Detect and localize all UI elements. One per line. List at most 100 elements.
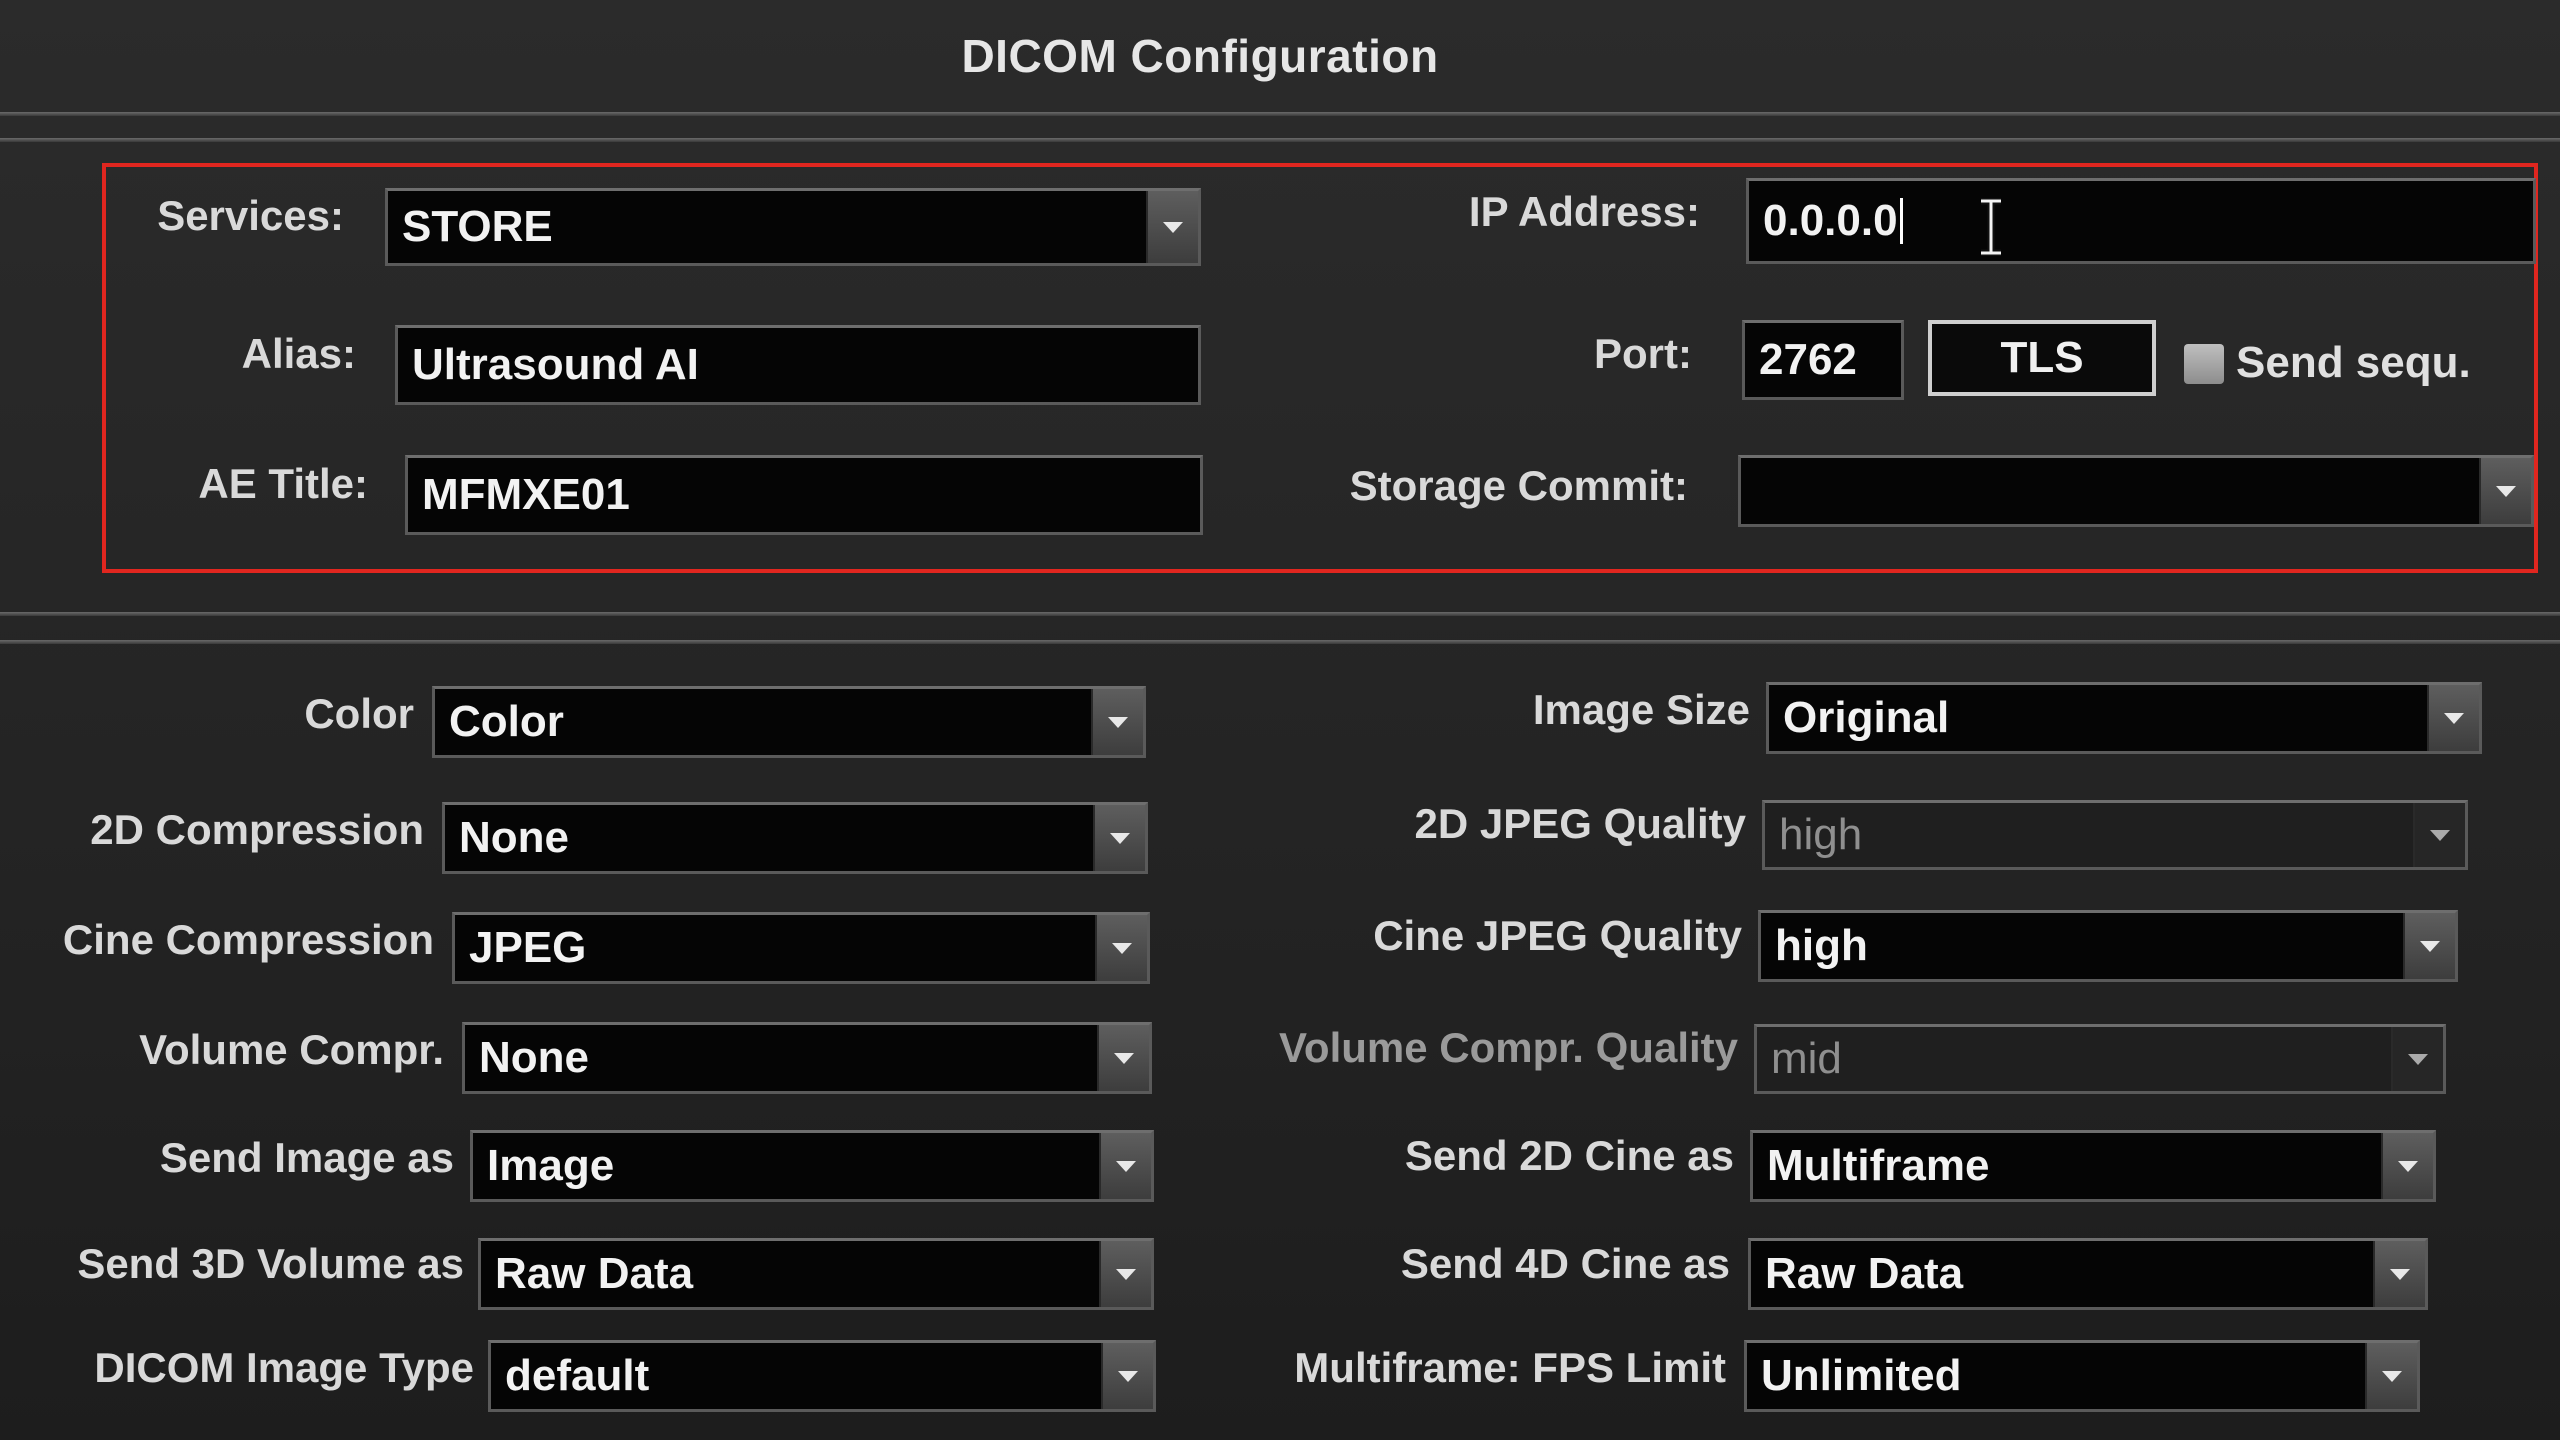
ip-address-value: 0.0.0.0 [1763,196,1898,245]
storage-commit-dropdown-button[interactable] [2479,458,2531,524]
2d-compression-value: None [459,813,569,862]
image-size-label: Image Size [1532,686,1750,733]
chevron-down-icon [2390,1268,2410,1280]
chevron-down-icon [2398,1160,2418,1172]
2d-jpeg-quality-select: high [1762,800,2468,870]
dicom-configuration-screen: DICOM Configuration Services: STORE Alia… [0,0,2560,1440]
send-2d-cine-as-label: Send 2D Cine as [1404,1132,1734,1179]
color-dropdown-button[interactable] [1091,689,1143,755]
chevron-down-icon [2430,829,2450,841]
section-divider-lower [0,640,2560,644]
services-dropdown-button[interactable] [1146,191,1198,263]
chevron-down-icon [1114,1052,1134,1064]
cine-compression-label: Cine Compression [62,916,434,963]
color-value: Color [449,697,564,746]
ae-title-label: AE Title: [198,460,368,507]
cine-compression-select[interactable]: JPEG [452,912,1150,984]
chevron-down-icon [1116,1160,1136,1172]
chevron-down-icon [2420,940,2440,952]
volume-compr-quality-value: mid [1771,1034,1842,1083]
color-label: Color [304,690,414,737]
cine-compression-dropdown-button[interactable] [1095,915,1147,981]
chevron-down-icon [1118,1370,1138,1382]
services-select[interactable]: STORE [385,188,1201,266]
section-divider [0,612,2560,616]
dicom-image-type-label: DICOM Image Type [94,1344,474,1391]
multiframe-fps-limit-dropdown-button[interactable] [2365,1343,2417,1409]
port-value: 2762 [1759,335,1857,384]
chevron-down-icon [1108,716,1128,728]
cine-jpeg-quality-value: high [1775,921,1868,970]
image-size-dropdown-button[interactable] [2427,685,2479,751]
2d-jpeg-quality-value: high [1779,810,1863,859]
volume-compr-label: Volume Compr. [139,1026,444,1073]
volume-compr-quality-label: Volume Compr. Quality [1279,1024,1738,1071]
send-image-as-dropdown-button[interactable] [1099,1133,1151,1199]
2d-compression-select[interactable]: None [442,802,1148,874]
multiframe-fps-limit-select[interactable]: Unlimited [1744,1340,2420,1412]
cine-compression-value: JPEG [469,923,587,972]
multiframe-fps-limit-label: Multiframe: FPS Limit [1294,1344,1726,1391]
storage-commit-label: Storage Commit: [1349,462,1688,509]
ip-address-label: IP Address: [1468,188,1700,235]
image-size-value: Original [1783,693,1950,742]
send-3d-volume-as-dropdown-button[interactable] [1099,1241,1151,1307]
alias-input[interactable]: Ultrasound AI [395,325,1201,405]
storage-commit-select[interactable] [1738,455,2534,527]
chevron-down-icon [2408,1053,2428,1065]
alias-value: Ultrasound AI [412,340,699,389]
cine-jpeg-quality-label: Cine JPEG Quality [1373,912,1742,959]
volume-compr-dropdown-button[interactable] [1097,1025,1149,1091]
send-2d-cine-as-select[interactable]: Multiframe [1750,1130,2436,1202]
send-2d-cine-as-dropdown-button[interactable] [2381,1133,2433,1199]
send-2d-cine-as-value: Multiframe [1767,1141,1990,1190]
send-4d-cine-as-value: Raw Data [1765,1249,1964,1298]
services-value: STORE [402,202,553,251]
send-3d-volume-as-label: Send 3D Volume as [77,1240,464,1287]
top-divider [0,138,2560,142]
color-select[interactable]: Color [432,686,1146,758]
multiframe-fps-limit-value: Unlimited [1761,1351,1962,1400]
ae-title-input[interactable]: MFMXE01 [405,455,1203,535]
volume-compr-quality-dropdown-button [2391,1027,2443,1091]
ae-title-value: MFMXE01 [422,470,630,519]
chevron-down-icon [2382,1370,2402,1382]
dicom-image-type-select[interactable]: default [488,1340,1156,1412]
chevron-down-icon [1110,832,1130,844]
volume-compr-quality-select: mid [1754,1024,2446,1094]
send-4d-cine-as-label: Send 4D Cine as [1400,1240,1730,1287]
send-3d-volume-as-value: Raw Data [495,1249,694,1298]
send-4d-cine-as-dropdown-button[interactable] [2373,1241,2425,1307]
send-3d-volume-as-select[interactable]: Raw Data [478,1238,1154,1310]
tls-button[interactable]: TLS [1928,320,2156,396]
send-sequ-label: Send sequ. [2236,338,2471,387]
image-size-select[interactable]: Original [1766,682,2482,754]
port-input[interactable]: 2762 [1742,320,1904,400]
ibeam-cursor-icon [1981,198,2001,256]
alias-label: Alias: [241,330,356,377]
2d-jpeg-quality-label: 2D JPEG Quality [1414,800,1746,847]
port-label: Port: [1594,330,1692,377]
send-image-as-select[interactable]: Image [470,1130,1154,1202]
2d-compression-label: 2D Compression [90,806,424,853]
ip-address-input[interactable]: 0.0.0.0 [1746,178,2536,264]
volume-compr-value: None [479,1033,589,1082]
2d-compression-dropdown-button[interactable] [1093,805,1145,871]
send-sequ-checkbox[interactable] [2184,344,2224,384]
text-cursor [1899,198,1903,244]
volume-compr-select[interactable]: None [462,1022,1152,1094]
chevron-down-icon [2496,485,2516,497]
cine-jpeg-quality-dropdown-button[interactable] [2403,913,2455,979]
send-image-as-label: Send Image as [159,1134,454,1181]
page-title: DICOM Configuration [961,30,1439,82]
dicom-image-type-dropdown-button[interactable] [1101,1343,1153,1409]
dicom-image-type-value: default [505,1351,650,1400]
2d-jpeg-quality-dropdown-button [2413,803,2465,867]
title-divider [0,112,2560,116]
chevron-down-icon [1163,221,1183,233]
chevron-down-icon [1116,1268,1136,1280]
services-label: Services: [157,192,344,239]
cine-jpeg-quality-select[interactable]: high [1758,910,2458,982]
send-4d-cine-as-select[interactable]: Raw Data [1748,1238,2428,1310]
send-image-as-value: Image [487,1141,615,1190]
